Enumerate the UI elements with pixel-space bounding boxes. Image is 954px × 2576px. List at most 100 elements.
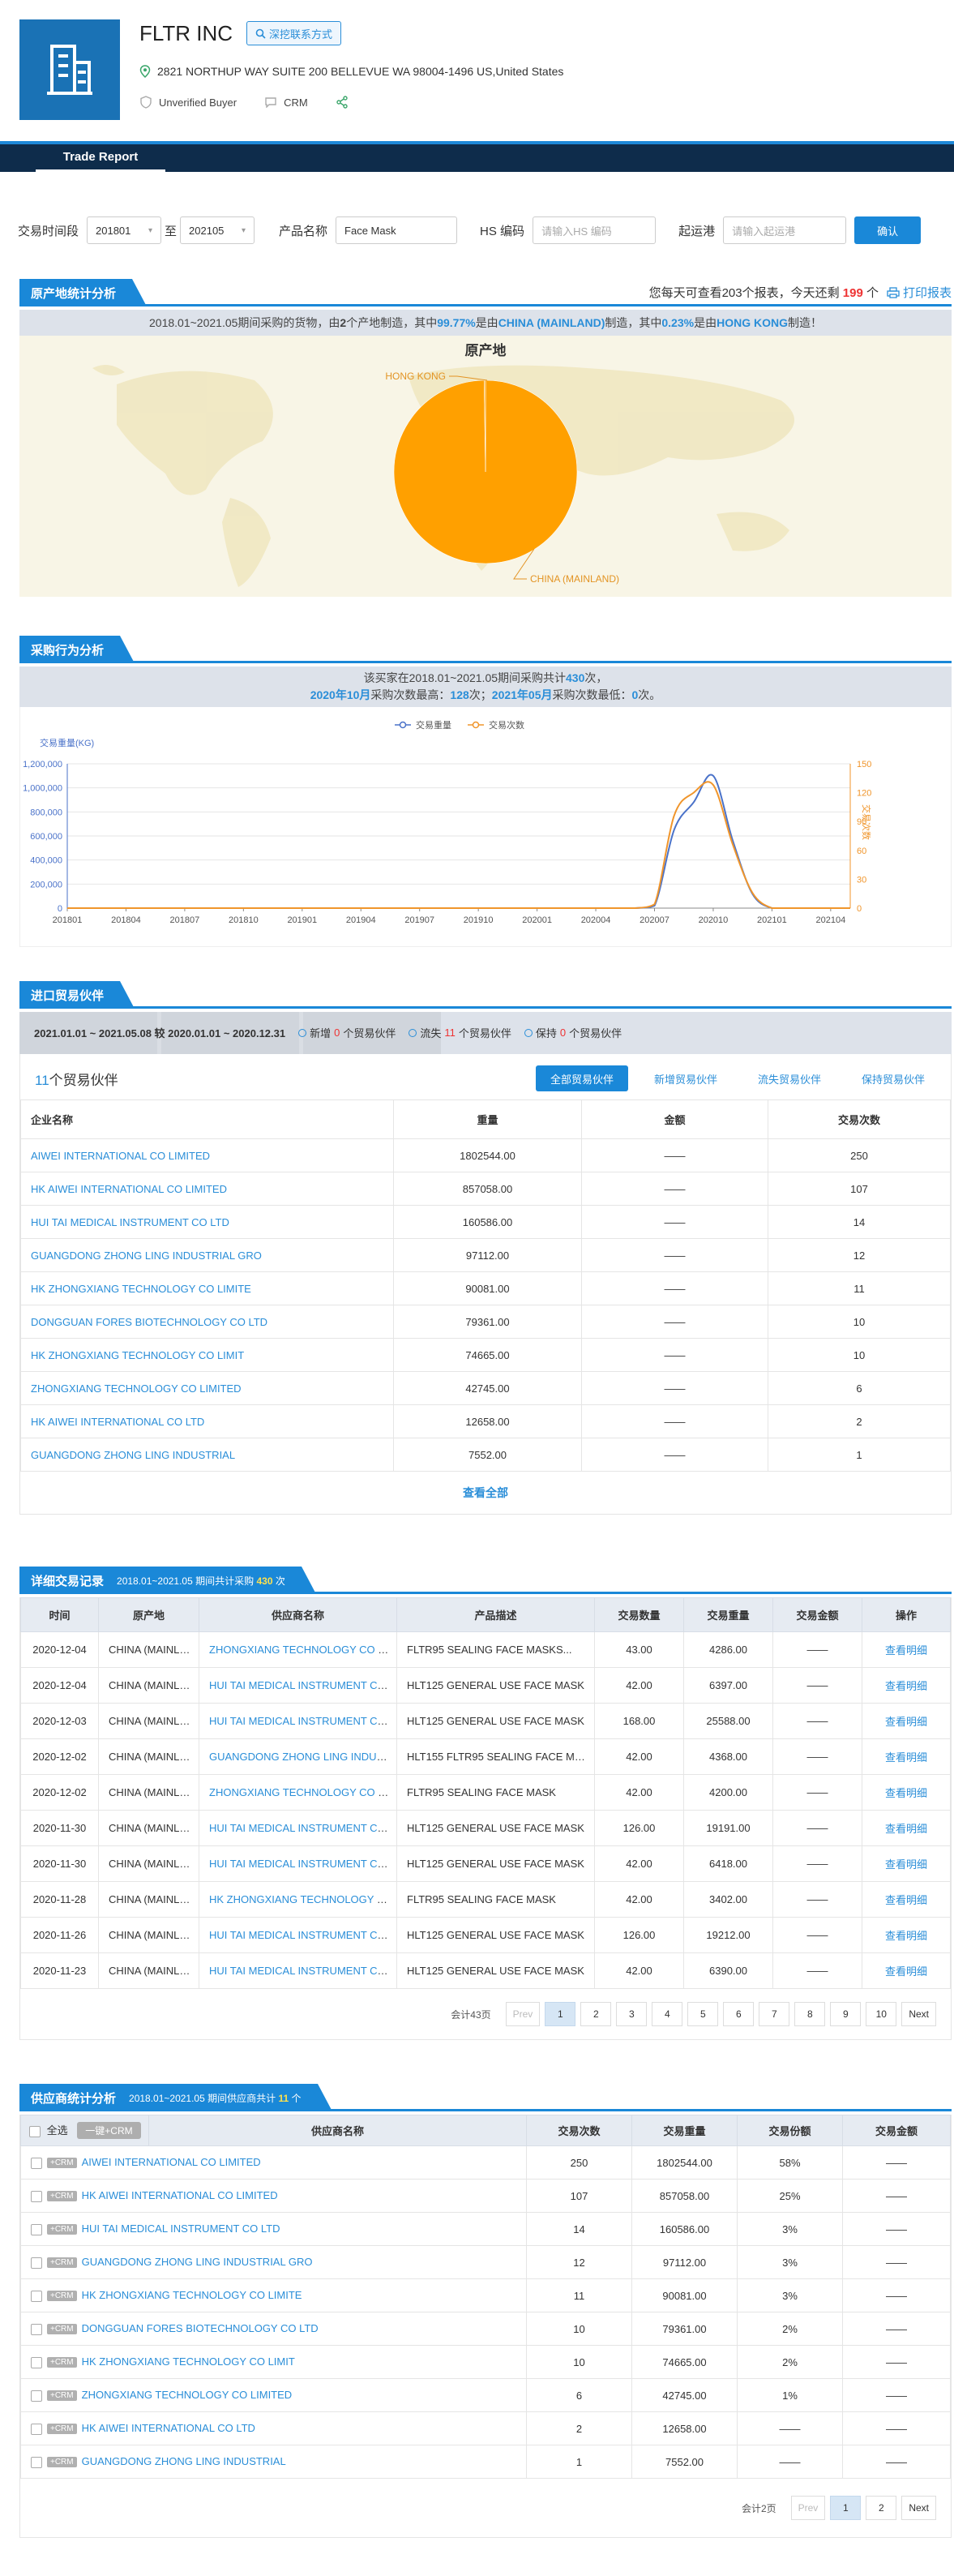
detail-supplier-link[interactable]: HUI TAI MEDICAL INSTRUMENT CO LTD [209, 1679, 396, 1691]
tab-all-partners[interactable]: 全部贸易伙伴 [535, 1065, 628, 1091]
row-checkbox[interactable] [31, 2157, 42, 2169]
start-period-select[interactable]: 201801 ▾ [87, 216, 162, 244]
tab-trade-report[interactable]: Trade Report [36, 144, 165, 172]
row-checkbox[interactable] [31, 2290, 42, 2302]
pager-page-button[interactable]: 6 [723, 2002, 755, 2026]
add-crm-tag[interactable]: +CRM [47, 2191, 77, 2202]
view-detail-link[interactable]: 查看明细 [885, 1751, 927, 1764]
detail-supplier-link[interactable]: ZHONGXIANG TECHNOLOGY CO LIMITED [209, 1786, 396, 1798]
pager-page-button[interactable]: 1 [545, 2002, 576, 2026]
add-crm-tag[interactable]: +CRM [47, 2291, 77, 2302]
partner-name-link[interactable]: HUI TAI MEDICAL INSTRUMENT CO LTD [31, 1216, 229, 1228]
partner-name-link[interactable]: HK ZHONGXIANG TECHNOLOGY CO LIMIT [31, 1349, 244, 1361]
row-checkbox[interactable] [31, 2356, 42, 2368]
add-crm-tag[interactable]: +CRM [47, 2257, 77, 2269]
pager-next-button[interactable]: Next [901, 2496, 936, 2520]
row-checkbox[interactable] [31, 2423, 42, 2435]
add-crm-tag[interactable]: +CRM [47, 2324, 77, 2335]
view-detail-link[interactable]: 查看明细 [885, 1644, 927, 1657]
supplier-name-link[interactable]: HK AIWEI INTERNATIONAL CO LIMITED [82, 2189, 278, 2201]
add-crm-tag[interactable]: +CRM [47, 2424, 77, 2435]
detail-supplier-link[interactable]: HK ZHONGXIANG TECHNOLOGY CO LIMITE [209, 1893, 396, 1905]
detail-supplier-link[interactable]: ZHONGXIANG TECHNOLOGY CO LIMITED [209, 1644, 396, 1656]
row-checkbox[interactable] [31, 2323, 42, 2335]
partner-name-link[interactable]: HK AIWEI INTERNATIONAL CO LTD [31, 1416, 204, 1428]
add-crm-tag[interactable]: +CRM [47, 2357, 77, 2368]
pager-page-button[interactable]: 2 [580, 2002, 612, 2026]
supplier-share-cell: 2% [737, 2312, 843, 2346]
bulk-crm-button[interactable]: 一键+CRM [77, 2122, 141, 2139]
partner-name-link[interactable]: AIWEI INTERNATIONAL CO LIMITED [31, 1150, 210, 1162]
tab-new-partners[interactable]: 新增贸易伙伴 [640, 1065, 732, 1091]
supplier-name-link[interactable]: ZHONGXIANG TECHNOLOGY CO LIMITED [82, 2389, 293, 2401]
supplier-name-link[interactable]: AIWEI INTERNATIONAL CO LIMITED [82, 2156, 261, 2168]
pager-next-button[interactable]: Next [901, 2002, 936, 2026]
view-detail-link[interactable]: 查看明细 [885, 1823, 927, 1835]
detail-supplier-link[interactable]: HUI TAI MEDICAL INSTRUMENT CO LTD [209, 1822, 396, 1834]
view-detail-link[interactable]: 查看明细 [885, 1680, 927, 1692]
view-detail-link[interactable]: 查看明细 [885, 1858, 927, 1871]
product-input[interactable]: Face Mask [336, 216, 458, 244]
partner-name-link[interactable]: GUANGDONG ZHONG LING INDUSTRIAL [31, 1449, 235, 1461]
view-detail-link[interactable]: 查看明细 [885, 1930, 927, 1942]
row-checkbox[interactable] [31, 2456, 42, 2468]
share-button[interactable] [336, 96, 349, 109]
pager-page-button[interactable]: 3 [616, 2002, 648, 2026]
print-report-button[interactable]: 打印报表 [887, 284, 952, 301]
add-crm-tag[interactable]: +CRM [47, 2457, 77, 2468]
crm-link[interactable]: CRM [264, 96, 308, 109]
detail-supplier-link[interactable]: GUANGDONG ZHONG LING INDUSTRIAL [209, 1751, 396, 1763]
legend-new[interactable]: 新增 0 个贸易伙伴 [298, 1025, 396, 1040]
row-checkbox[interactable] [31, 2390, 42, 2402]
confirm-button[interactable]: 确认 [854, 216, 922, 244]
select-all-checkbox[interactable] [29, 2125, 41, 2137]
pager-page-button[interactable]: 10 [866, 2002, 897, 2026]
view-detail-link[interactable]: 查看明细 [885, 1965, 927, 1978]
supplier-name-link[interactable]: HK ZHONGXIANG TECHNOLOGY CO LIMITE [82, 2289, 302, 2301]
partner-name-link[interactable]: GUANGDONG ZHONG LING INDUSTRIAL GRO [31, 1249, 262, 1262]
view-detail-link[interactable]: 查看明细 [885, 1716, 927, 1728]
row-checkbox[interactable] [31, 2257, 42, 2269]
legend-keep[interactable]: 保持 0 个贸易伙伴 [524, 1025, 622, 1040]
supplier-amount-cell: —— [842, 2445, 951, 2479]
contact-details-button[interactable]: 深挖联系方式 [246, 21, 342, 45]
hs-code-input[interactable]: 请输入HS 编码 [533, 216, 657, 244]
supplier-name-link[interactable]: HK AIWEI INTERNATIONAL CO LTD [82, 2422, 255, 2434]
pager-page-button[interactable]: 5 [687, 2002, 719, 2026]
add-crm-tag[interactable]: +CRM [47, 2224, 77, 2235]
tab-lost-partners[interactable]: 流失贸易伙伴 [743, 1065, 836, 1091]
view-detail-link[interactable]: 查看明细 [885, 1787, 927, 1799]
view-all-link[interactable]: 查看全部 [20, 1472, 951, 1514]
partner-name-link[interactable]: HK ZHONGXIANG TECHNOLOGY CO LIMITE [31, 1283, 251, 1295]
supplier-name-link[interactable]: GUANGDONG ZHONG LING INDUSTRIAL [82, 2455, 286, 2467]
pager-prev-button[interactable]: Prev [505, 2002, 541, 2026]
port-input[interactable]: 请输入起运港 [723, 216, 847, 244]
partner-name-link[interactable]: DONGGUAN FORES BIOTECHNOLOGY CO LTD [31, 1316, 267, 1328]
row-checkbox[interactable] [31, 2190, 42, 2202]
partner-name-link[interactable]: ZHONGXIANG TECHNOLOGY CO LIMITED [31, 1382, 242, 1395]
supplier-name-link[interactable]: DONGGUAN FORES BIOTECHNOLOGY CO LTD [82, 2322, 319, 2334]
legend-lost[interactable]: 流失 11 个贸易伙伴 [409, 1025, 511, 1040]
pager-page-button[interactable]: 1 [830, 2496, 862, 2520]
add-crm-tag[interactable]: +CRM [47, 2158, 77, 2169]
supplier-name-link[interactable]: HUI TAI MEDICAL INSTRUMENT CO LTD [82, 2222, 280, 2235]
row-checkbox[interactable] [31, 2223, 42, 2235]
detail-supplier-link[interactable]: HUI TAI MEDICAL INSTRUMENT CO LTD [209, 1929, 396, 1941]
detail-supplier-link[interactable]: HUI TAI MEDICAL INSTRUMENT CO LTD [209, 1715, 396, 1727]
add-crm-tag[interactable]: +CRM [47, 2390, 77, 2402]
legend-keep-c: 个贸易伙伴 [569, 1027, 622, 1039]
supplier-name-link[interactable]: GUANGDONG ZHONG LING INDUSTRIAL GRO [82, 2256, 313, 2268]
pager-prev-button[interactable]: Prev [790, 2496, 826, 2520]
partner-name-link[interactable]: HK AIWEI INTERNATIONAL CO LIMITED [31, 1183, 227, 1195]
detail-supplier-link[interactable]: HUI TAI MEDICAL INSTRUMENT CO LTD [209, 1858, 396, 1870]
pager-page-button[interactable]: 8 [794, 2002, 826, 2026]
end-period-select[interactable]: 202105 ▾ [180, 216, 255, 244]
detail-supplier-link[interactable]: HUI TAI MEDICAL INSTRUMENT CO LTD [209, 1965, 396, 1977]
pager-page-button[interactable]: 7 [759, 2002, 790, 2026]
pager-page-button[interactable]: 9 [830, 2002, 862, 2026]
pager-page-button[interactable]: 4 [652, 2002, 683, 2026]
view-detail-link[interactable]: 查看明细 [885, 1894, 927, 1906]
tab-kept-partners[interactable]: 保持贸易伙伴 [847, 1065, 939, 1091]
pager-page-button[interactable]: 2 [866, 2496, 897, 2520]
supplier-name-link[interactable]: HK ZHONGXIANG TECHNOLOGY CO LIMIT [82, 2355, 295, 2368]
